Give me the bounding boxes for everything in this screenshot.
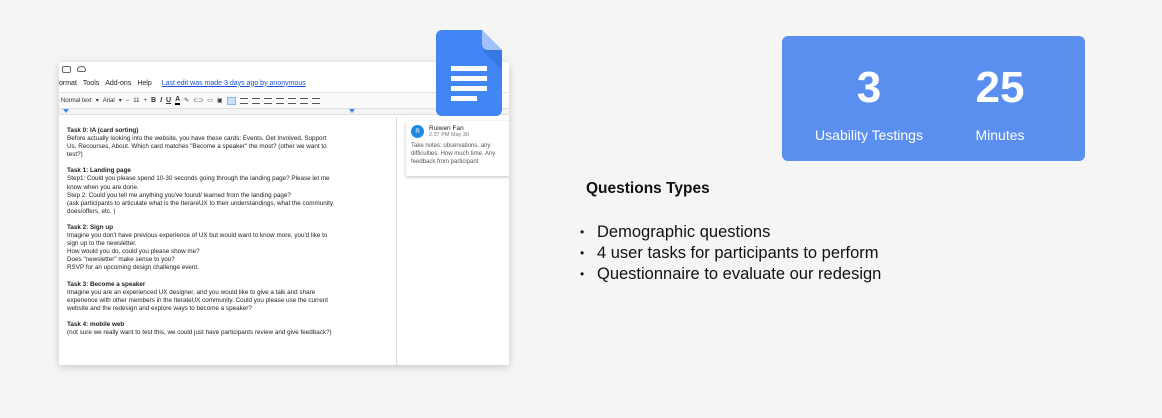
task-line: Does "newsletter" make sense to you? xyxy=(67,256,175,264)
task-block: Task 4: mobile web (not sure we really w… xyxy=(67,321,396,337)
folder-icon[interactable] xyxy=(62,65,71,73)
task-title: Task 0: IA (card sorting) xyxy=(67,127,139,134)
style-select[interactable]: Normal text xyxy=(61,98,92,104)
task-line: Before actually looking into the website… xyxy=(67,135,327,143)
font-select[interactable]: Arial xyxy=(103,98,115,104)
menu-tools[interactable]: Tools xyxy=(83,80,99,87)
comment-icon[interactable]: ▭ xyxy=(207,97,213,104)
task-line: How would you do, could you please show … xyxy=(67,248,200,256)
checklist-icon[interactable] xyxy=(287,97,296,104)
image-icon[interactable]: ▣ xyxy=(217,97,223,104)
task-line: experience with other members in the Ite… xyxy=(67,296,328,304)
highlight-icon[interactable]: ✎ xyxy=(184,97,189,104)
menu-add-ons[interactable]: Add-ons xyxy=(105,80,131,87)
bullet-icon: • xyxy=(580,267,585,281)
task-line: RSVP for an upcoming design challenge ev… xyxy=(67,264,199,272)
stat-minutes: 25 Minutes xyxy=(925,36,1075,144)
link-icon[interactable]: ⊂⊃ xyxy=(193,97,203,104)
task-line: sign up to the newsletter. xyxy=(67,240,137,248)
task-line: Step 2: Could you tell me anything you'v… xyxy=(67,191,291,199)
comment-margin-divider xyxy=(396,117,397,365)
list-item-text: Demographic questions xyxy=(597,223,771,241)
task-block: Task 3: Become a speaker Imagine you are… xyxy=(67,281,396,313)
task-title: Task 1: Landing page xyxy=(67,167,131,175)
task-line: Step1: Could you please spend 10-30 seco… xyxy=(67,175,330,183)
right-indent-marker[interactable] xyxy=(349,109,355,113)
stats-panel: 3 Usability Testings 25 Minutes xyxy=(782,36,1085,161)
text-color-button[interactable]: A xyxy=(175,96,181,105)
menu-format[interactable]: ormat xyxy=(59,80,77,87)
questions-types-title: Questions Types xyxy=(586,180,710,197)
google-docs-icon xyxy=(436,30,502,116)
task-block: Task 0: IA (card sorting) Before actuall… xyxy=(67,127,396,159)
task-block: Task 2: Sign up Imagine you don't have p… xyxy=(67,224,396,273)
task-line: does/offers, etc. ) xyxy=(67,207,116,215)
avatar: R xyxy=(411,125,424,138)
align-left-icon[interactable] xyxy=(226,96,236,105)
questions-types-list: • Demographic questions • 4 user tasks for… xyxy=(580,222,881,285)
comment-header: R Ruiwen Fan 2:37 PM May 30 xyxy=(411,125,505,138)
font-size-increase-button[interactable]: + xyxy=(143,98,147,104)
justify-icon[interactable] xyxy=(263,97,272,104)
left-indent-marker[interactable] xyxy=(63,109,69,113)
task-title: Task 4: mobile web xyxy=(67,320,125,328)
font-size-decrease-button[interactable]: − xyxy=(126,98,130,104)
list-item-text: 4 user tasks for participants to perform xyxy=(597,244,879,262)
menu-help[interactable]: Help xyxy=(137,80,151,87)
document-page[interactable]: Task 0: IA (card sorting) Before actuall… xyxy=(59,117,396,365)
comment-time: 2:37 PM May 30 xyxy=(429,132,470,138)
bullet-icon: • xyxy=(580,225,585,239)
task-line: Imagine you don't have previous experien… xyxy=(67,232,328,240)
task-line: Imagine you are an experienced UX design… xyxy=(67,288,316,296)
stat-number: 3 xyxy=(856,63,882,112)
font-size-field[interactable]: 11 xyxy=(133,98,139,104)
list-item: • Questionnaire to evaluate our redesign xyxy=(580,264,881,285)
comment-card[interactable]: R Ruiwen Fan 2:37 PM May 30 Take notes: … xyxy=(406,121,509,176)
task-title: Task 3: Become a speaker xyxy=(67,280,146,288)
align-right-icon[interactable] xyxy=(251,97,260,104)
stat-label: Minutes xyxy=(975,127,1025,143)
task-block: Task 1: Landing page Step1: Could you pl… xyxy=(67,167,396,216)
task-line: test?) xyxy=(67,151,83,159)
task-line: (not sure we really want to test this, w… xyxy=(67,328,332,336)
comment-author: Ruiwen Fan xyxy=(429,125,464,132)
stat-usability-testings: 3 Usability Testings xyxy=(794,36,944,144)
align-center-icon[interactable] xyxy=(239,97,248,104)
bulleted-list-icon[interactable] xyxy=(299,97,308,104)
italic-button[interactable]: I xyxy=(160,97,162,104)
last-edit-link[interactable]: Last edit was made 3 days ago by anonymo… xyxy=(162,80,306,87)
task-line: know when you are done. xyxy=(67,183,139,191)
cloud-icon xyxy=(77,66,86,72)
task-line: (ask participants to articulate what is … xyxy=(67,199,333,207)
list-item: • Demographic questions xyxy=(580,222,881,243)
task-line: website and the redesign and explore way… xyxy=(67,304,252,312)
chevron-down-icon: ▾ xyxy=(95,98,99,104)
line-spacing-icon[interactable] xyxy=(275,97,284,104)
comment-text: Take notes: observations. any difficulti… xyxy=(411,143,496,165)
underline-button[interactable]: U xyxy=(166,97,171,104)
bullet-icon: • xyxy=(580,246,585,260)
task-title: Task 2: Sign up xyxy=(67,223,114,231)
stat-label: Usability Testings xyxy=(815,127,923,143)
list-item: • 4 user tasks for participants to perfor… xyxy=(580,243,881,264)
task-line: Us, Recourses, About. Which card matches… xyxy=(67,143,327,151)
list-item-text: Questionnaire to evaluate our redesign xyxy=(597,265,882,283)
bold-button[interactable]: B xyxy=(151,97,156,104)
stat-number: 25 xyxy=(975,63,1025,112)
chevron-down-icon: ▾ xyxy=(118,98,122,104)
numbered-list-icon[interactable] xyxy=(311,97,320,104)
